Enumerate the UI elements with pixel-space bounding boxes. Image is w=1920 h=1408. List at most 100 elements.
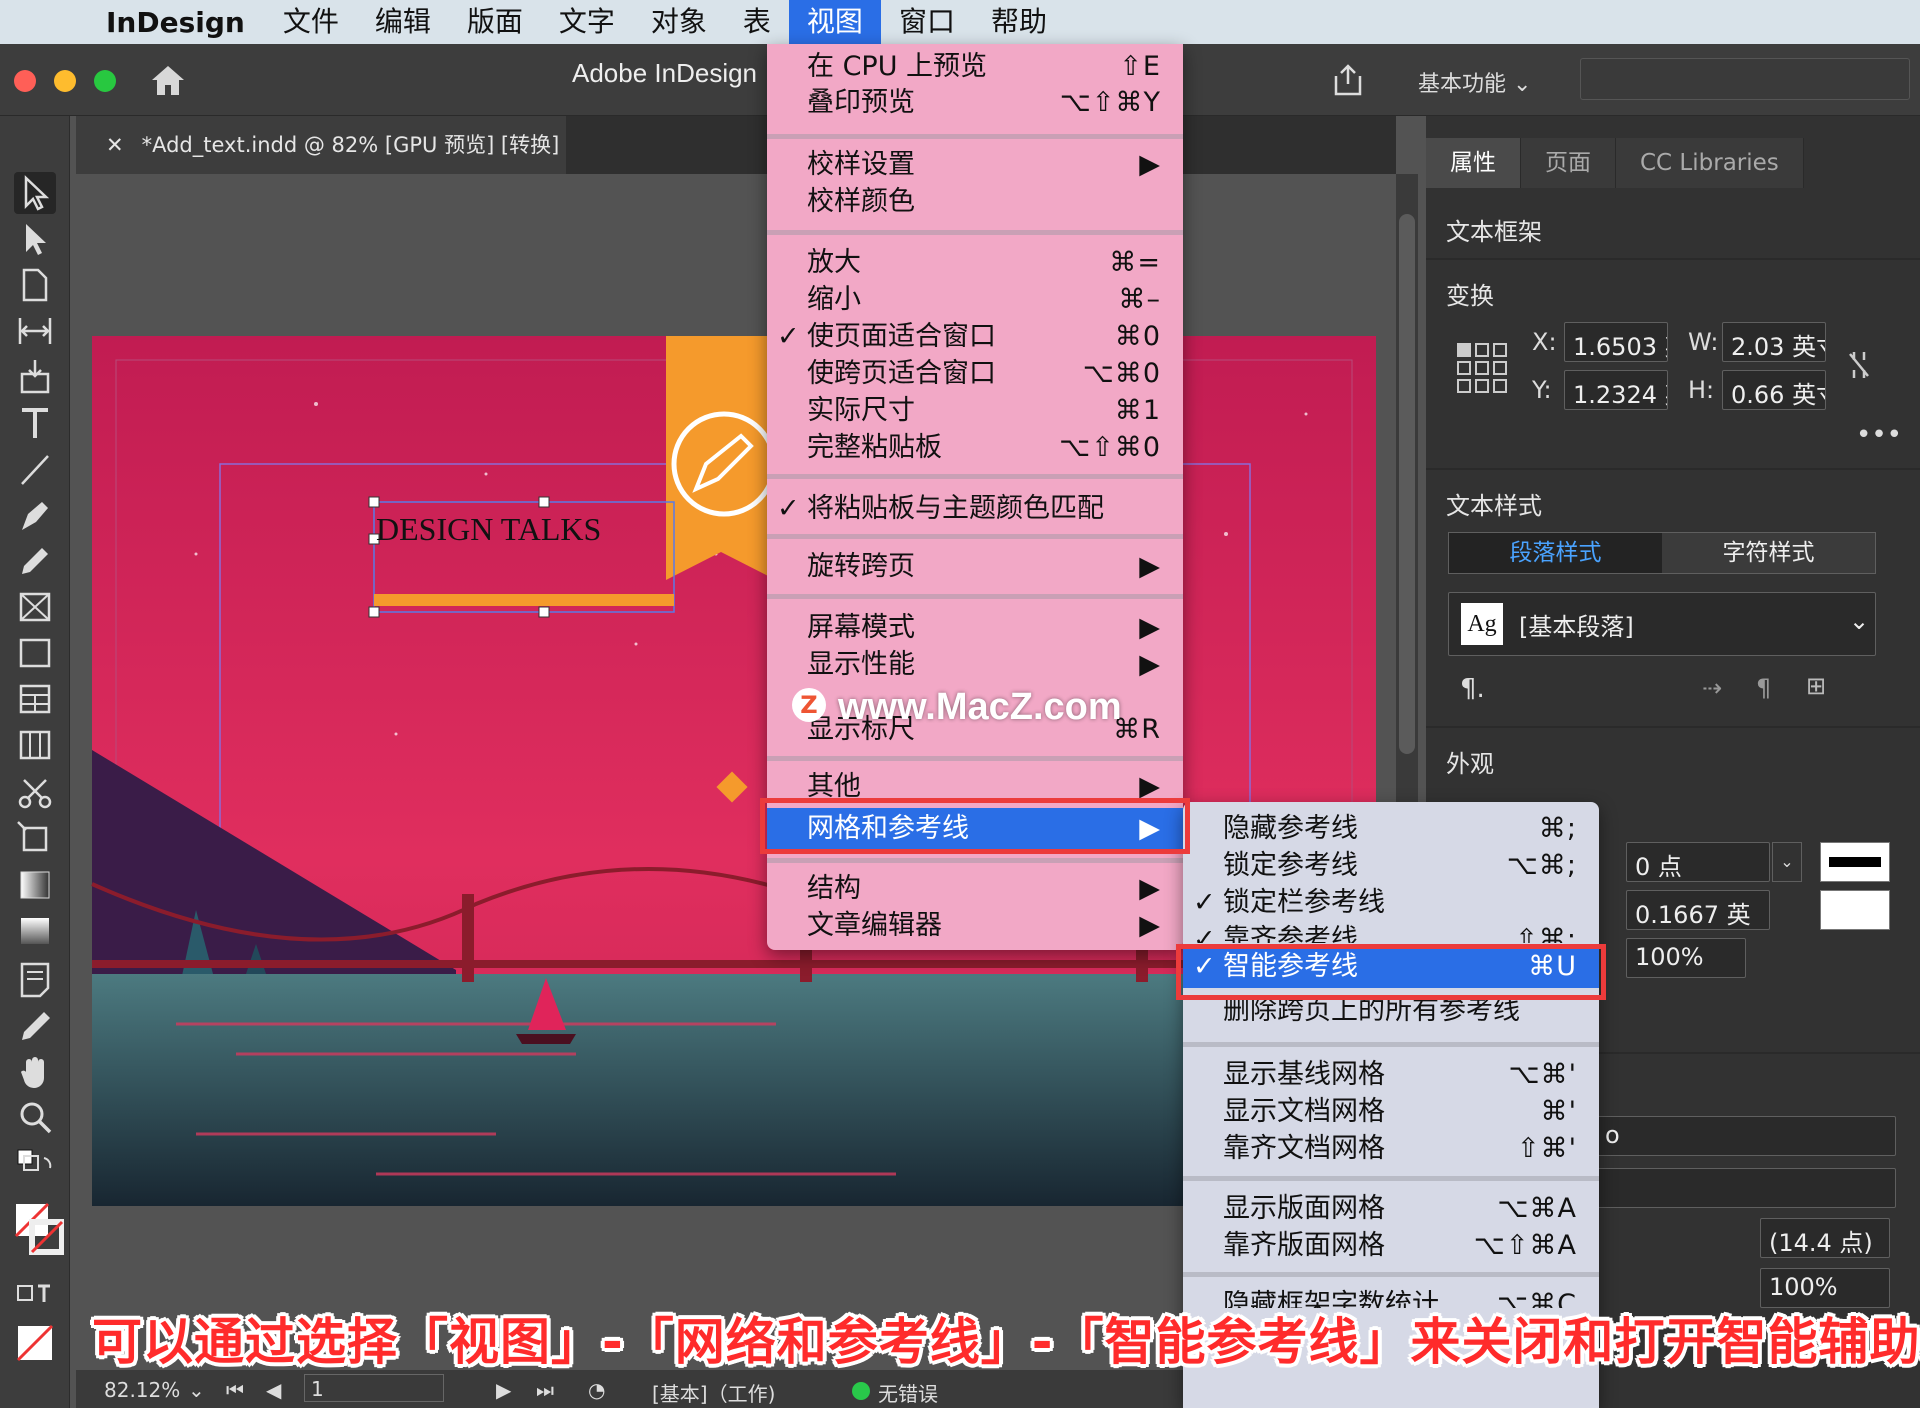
submenu-item-show-baseline-grid[interactable]: 显示基线网格 ⌥⌘' <box>1183 1056 1599 1093</box>
corner-shape-swatch[interactable] <box>1820 890 1890 930</box>
menu-item-actual-size[interactable]: 实际尺寸 ⌘1 <box>767 392 1183 429</box>
direct-selection-tool-icon[interactable] <box>14 218 56 260</box>
frame-format-icon[interactable] <box>14 1274 56 1316</box>
grid-tool-icon[interactable] <box>14 724 56 766</box>
submenu-item-lock-column-guides[interactable]: ✓ 锁定栏参考线 <box>1183 884 1599 921</box>
profile-style[interactable]: [基本]（工作) <box>652 1378 775 1407</box>
menu-item-cpu-preview[interactable]: 在 CPU 上预览 ⇧E <box>767 48 1183 85</box>
submenu-item-show-layout-grid[interactable]: 显示版面网格 ⌥⌘A <box>1183 1190 1599 1227</box>
menu-item-entire-pasteboard[interactable]: 完整粘贴板 ⌥⇧⌘0 <box>767 429 1183 466</box>
opacity-field[interactable]: 100% <box>1626 938 1746 978</box>
zoom-tool-icon[interactable] <box>14 1096 56 1138</box>
preflight-status[interactable]: 无错误 <box>878 1378 938 1407</box>
submenu-item-snap-layout-grid[interactable]: 靠齐版面网格 ⌥⇧⌘A <box>1183 1227 1599 1264</box>
menu-layout[interactable]: 版面 <box>449 0 541 44</box>
y-field[interactable]: 1.2324 英 <box>1564 370 1668 410</box>
tab-pages[interactable]: 页面 <box>1521 138 1616 188</box>
menu-item-match-pasteboard[interactable]: ✓ 将粘贴板与主题颜色匹配 <box>767 490 1183 527</box>
home-icon[interactable] <box>148 62 188 98</box>
menu-help[interactable]: 帮助 <box>973 0 1065 44</box>
menu-item-overprint-preview[interactable]: 叠印预览 ⌥⇧⌘Y <box>767 84 1183 121</box>
document-tab[interactable]: ✕ *Add_text.indd @ 82% [GPU 预览] [转换] <box>76 116 566 174</box>
close-tab-icon[interactable]: ✕ <box>106 133 124 157</box>
stroke-type-swatch[interactable] <box>1820 842 1890 882</box>
w-field[interactable]: 2.03 英寸 <box>1722 322 1826 362</box>
menu-item-screen-mode[interactable]: 屏幕模式 ▶ <box>767 609 1183 646</box>
chevron-down-icon[interactable]: ⌄ <box>188 1378 205 1402</box>
menu-window[interactable]: 窗口 <box>881 0 973 44</box>
eyedropper-tool-icon[interactable] <box>14 1004 56 1046</box>
menu-item-zoom-out[interactable]: 缩小 ⌘– <box>767 281 1183 318</box>
search-input[interactable] <box>1580 58 1910 100</box>
menu-type[interactable]: 文字 <box>541 0 633 44</box>
pen-tool-icon[interactable] <box>14 494 56 536</box>
type-tool-icon[interactable] <box>14 402 56 444</box>
zoom-window-button[interactable] <box>94 70 116 92</box>
rectangle-frame-tool-icon[interactable] <box>14 586 56 628</box>
note-tool-icon[interactable] <box>14 958 56 1000</box>
hand-tool-icon[interactable] <box>14 1050 56 1092</box>
reference-point-icon[interactable] <box>1456 342 1508 394</box>
gradient-feather-tool-icon[interactable] <box>14 910 56 952</box>
paragraph-styles-tab[interactable]: 段落样式 <box>1449 533 1662 573</box>
next-page-icon[interactable]: ▶ <box>496 1378 511 1402</box>
load-styles-icon[interactable]: ⇢ <box>1702 674 1722 702</box>
submenu-item-show-document-grid[interactable]: 显示文档网格 ⌘' <box>1183 1093 1599 1130</box>
more-options-icon[interactable]: ••• <box>1856 420 1902 450</box>
close-window-button[interactable] <box>14 70 36 92</box>
paragraph-style-dropdown[interactable]: Ag [基本段落] ⌄ <box>1448 592 1876 656</box>
pilcrow-icon[interactable]: ¶. <box>1460 674 1485 704</box>
character-styles-tab[interactable]: 字符样式 <box>1662 533 1875 573</box>
stroke-weight-field[interactable]: 0 点 <box>1626 842 1770 882</box>
menu-item-zoom-in[interactable]: 放大 ⌘= <box>767 244 1183 281</box>
corner-radius-field[interactable]: 0.1667 英 <box>1626 890 1770 930</box>
menu-item-proof-colors[interactable]: 校样颜色 <box>767 183 1183 220</box>
menu-object[interactable]: 对象 <box>633 0 725 44</box>
scissors-tool-icon[interactable] <box>14 772 56 814</box>
tab-properties[interactable]: 属性 <box>1426 138 1521 188</box>
preview-mode-icon[interactable]: ◔ <box>588 1378 605 1402</box>
menu-item-fit-spread[interactable]: 使跨页适合窗口 ⌥⌘0 <box>767 355 1183 392</box>
scroll-thumb[interactable] <box>1399 214 1415 754</box>
gradient-swatch-tool-icon[interactable] <box>14 864 56 906</box>
page-number-field[interactable]: 1 <box>304 1374 444 1402</box>
menu-item-rotate-spread[interactable]: 旋转跨页 ▶ <box>767 548 1183 585</box>
menu-item-display-performance[interactable]: 显示性能 ▶ <box>767 646 1183 683</box>
share-icon[interactable] <box>1330 62 1366 98</box>
submenu-item-snap-document-grid[interactable]: 靠齐文档网格 ⇧⌘' <box>1183 1130 1599 1167</box>
apply-none-icon[interactable] <box>14 1320 56 1366</box>
fill-stroke-swatch[interactable] <box>14 1202 65 1258</box>
headline-text[interactable]: DESIGN TALKS <box>376 511 601 547</box>
menu-file[interactable]: 文件 <box>265 0 357 44</box>
submenu-item-hide-guides[interactable]: 隐藏参考线 ⌘; <box>1183 810 1599 847</box>
leading-field[interactable]: (14.4 点) <box>1760 1218 1890 1258</box>
tab-cc-libraries[interactable]: CC Libraries <box>1616 138 1804 188</box>
pencil-tool-icon[interactable] <box>14 540 56 582</box>
x-field[interactable]: 1.6503 英 <box>1564 322 1668 362</box>
menu-edit[interactable]: 编辑 <box>357 0 449 44</box>
menu-item-fit-page[interactable]: ✓ 使页面适合窗口 ⌘0 <box>767 318 1183 355</box>
free-transform-tool-icon[interactable] <box>14 818 56 860</box>
submenu-item-lock-guides[interactable]: 锁定参考线 ⌥⌘; <box>1183 847 1599 884</box>
menu-item-structure[interactable]: 结构 ▶ <box>767 870 1183 907</box>
rectangle-tool-icon[interactable] <box>14 632 56 674</box>
page-tool-icon[interactable] <box>14 264 56 306</box>
menu-table[interactable]: 表 <box>725 0 789 44</box>
gap-tool-icon[interactable] <box>14 310 56 352</box>
table-tool-icon[interactable] <box>14 678 56 720</box>
font-family-field[interactable]: o <box>1596 1116 1896 1156</box>
constrain-proportions-icon[interactable] <box>1846 348 1872 382</box>
default-fill-stroke-icon[interactable] <box>14 1146 56 1188</box>
new-style-icon[interactable]: ⊞ <box>1806 672 1826 700</box>
h-field[interactable]: 0.66 英寸 <box>1722 370 1826 410</box>
clear-overrides-icon[interactable]: ¶ <box>1756 674 1771 702</box>
minimize-window-button[interactable] <box>54 70 76 92</box>
workspace-switcher[interactable]: 基本功能 ⌄ <box>1418 66 1531 98</box>
submenu-item-snap-guides[interactable]: ✓ 靠齐参考线 ⇧⌘; <box>1183 921 1599 943</box>
menu-view[interactable]: 视图 <box>788 0 881 44</box>
content-collector-icon[interactable] <box>14 356 56 398</box>
chevron-down-icon[interactable]: ⌄ <box>1772 842 1802 882</box>
line-tool-icon[interactable] <box>14 448 56 490</box>
menu-item-story-editor[interactable]: 文章编辑器 ▶ <box>767 907 1183 944</box>
app-menu[interactable]: InDesign <box>106 6 245 39</box>
